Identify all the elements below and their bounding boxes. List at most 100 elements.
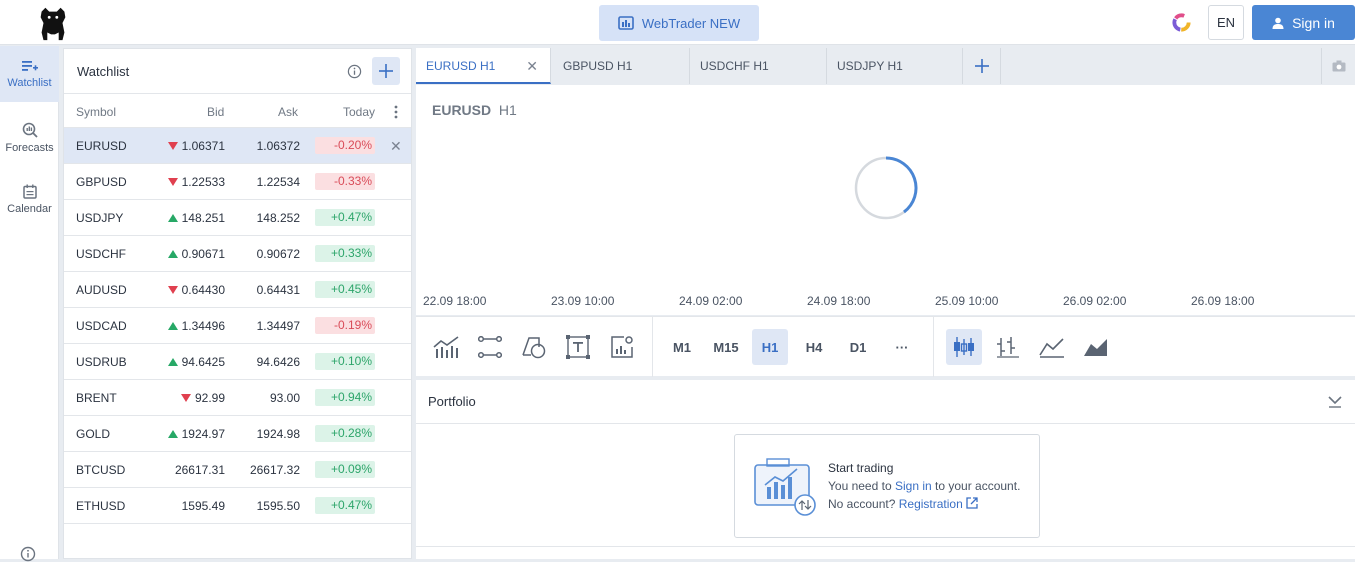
watchlist-header: Watchlist (64, 49, 411, 94)
tab-eurusd-h1[interactable]: EURUSD H1 ✕ (416, 48, 551, 84)
chart-timeframe: H1 (498, 102, 517, 118)
x-tick-label: 24.09 02:00 (679, 294, 743, 308)
table-row[interactable]: USDJPY 148.251 148.252 +0.47% (64, 200, 411, 236)
templates-button[interactable] (604, 329, 640, 365)
row-symbol: GBPUSD (76, 175, 127, 189)
nav-item-calendar[interactable]: Calendar (0, 171, 59, 227)
timeframe-button[interactable]: M15 (708, 329, 744, 365)
registration-link[interactable]: Registration (899, 497, 963, 511)
info-icon[interactable] (347, 64, 362, 79)
portfolio-header[interactable]: Portfolio (416, 380, 1355, 424)
external-link-icon[interactable] (966, 497, 978, 509)
row-ask: 94.6426 (256, 355, 300, 369)
left-nav: Watchlist Forecasts Calendar (0, 46, 59, 562)
loading-spinner-icon (854, 156, 918, 220)
table-row[interactable]: USDCAD 1.34496 1.34497 -0.19% (64, 308, 411, 344)
more-vertical-icon[interactable] (394, 105, 398, 119)
row-change: -0.20% (315, 137, 375, 154)
x-tick-label: 26.09 18:00 (1191, 294, 1255, 308)
timeframe-button[interactable]: D1 (840, 329, 876, 365)
shapes-button[interactable] (516, 329, 552, 365)
area-chart-button[interactable] (1078, 329, 1114, 365)
plus-icon (974, 59, 989, 73)
row-change: +0.10% (315, 353, 375, 370)
indicators-icon (433, 336, 459, 358)
table-row[interactable]: BRENT 92.99 93.00 +0.94% (64, 380, 411, 416)
price-up-icon (167, 322, 178, 330)
table-row[interactable]: AUDUSD 0.64430 0.64431 +0.45% (64, 272, 411, 308)
row-bid-cell: 1.34496 (167, 319, 225, 333)
forecasts-icon (22, 122, 38, 138)
add-tab-button[interactable] (963, 48, 1001, 84)
text-tool-button[interactable] (560, 329, 596, 365)
indicators-button[interactable] (428, 329, 464, 365)
row-change: -0.33% (315, 173, 375, 190)
row-bid-cell: 26617.31 (175, 463, 225, 477)
row-bid: 1.06371 (181, 139, 225, 153)
col-symbol[interactable]: Symbol (76, 105, 116, 119)
col-bid[interactable]: Bid (207, 105, 224, 119)
bull-logo-icon[interactable] (34, 4, 72, 42)
timeframe-button[interactable]: H1 (752, 329, 788, 365)
table-row[interactable]: GOLD 1924.97 1924.98 +0.28% (64, 416, 411, 452)
close-icon[interactable]: ✕ (526, 48, 538, 84)
webtrader-button[interactable]: WebTrader NEW (599, 5, 759, 41)
timeframe-button[interactable]: H4 (796, 329, 832, 365)
x-tick-label: 26.09 02:00 (1063, 294, 1127, 308)
row-symbol: USDRUB (76, 355, 127, 369)
bars-chart-button[interactable] (990, 329, 1026, 365)
row-ask: 0.90672 (256, 247, 300, 261)
table-row[interactable]: GBPUSD 1.22533 1.22534 -0.33% (64, 164, 411, 200)
row-bid: 1.22533 (181, 175, 225, 189)
table-row[interactable]: BTCUSD 26617.31 26617.32 +0.09% (64, 452, 411, 488)
row-ask: 93.00 (269, 391, 300, 405)
sign-in-button[interactable]: Sign in (1252, 5, 1355, 40)
chart-tabs: EURUSD H1 ✕ GBPUSD H1 USDCHF H1 USDJPY H… (416, 48, 1355, 84)
nav-label-forecasts: Forecasts (5, 142, 54, 154)
row-change: +0.94% (315, 389, 375, 406)
sign-in-link[interactable]: Sign in (895, 479, 932, 493)
chart-area[interactable]: EURUSD H1 22.09 18:00 23.09 10:00 24.09 02… (416, 85, 1355, 315)
line-chart-button[interactable] (1034, 329, 1070, 365)
row-bid-cell: 148.251 (167, 211, 225, 225)
tab-usdjpy-h1[interactable]: USDJPY H1 (827, 48, 963, 84)
table-row[interactable]: USDRUB 94.6425 94.6426 +0.10% (64, 344, 411, 380)
row-ask: 148.252 (256, 211, 300, 225)
row-change: +0.09% (315, 461, 375, 478)
col-today[interactable]: Today (343, 105, 375, 119)
more-timeframes-button[interactable]: ··· (884, 329, 920, 365)
chevron-down-icon[interactable] (1327, 392, 1343, 408)
row-symbol: USDJPY (76, 211, 124, 225)
row-bid-cell: 1.22533 (167, 175, 225, 189)
row-bid-cell: 0.64430 (167, 283, 225, 297)
table-row[interactable]: USDCHF 0.90671 0.90672 +0.33% (64, 236, 411, 272)
info-icon[interactable] (20, 546, 36, 562)
table-row[interactable]: ETHUSD 1595.49 1595.50 +0.47% (64, 488, 411, 524)
portfolio-panel: Portfolio Start trading You need to Sign… (416, 380, 1355, 559)
row-symbol: EURUSD (76, 139, 127, 153)
chart-toolbar: M1 M15 H1 H4 D1 ··· (416, 316, 1355, 377)
line-tool-button[interactable] (472, 329, 508, 365)
row-change: +0.47% (315, 497, 375, 514)
chart-window-icon (618, 16, 634, 30)
table-row[interactable]: EURUSD 1.06371 1.06372 -0.20% ✕ (64, 128, 411, 164)
tab-gbpusd-h1[interactable]: GBPUSD H1 (553, 48, 690, 84)
calendar-icon (22, 184, 37, 199)
row-symbol: AUDUSD (76, 283, 127, 297)
price-down-icon (167, 286, 178, 294)
screenshot-button[interactable] (1321, 48, 1355, 84)
col-ask[interactable]: Ask (278, 105, 298, 119)
language-button[interactable]: EN (1208, 5, 1244, 40)
row-bid: 1595.49 (181, 499, 225, 513)
add-symbol-button[interactable] (372, 57, 400, 85)
timeframe-button[interactable]: M1 (664, 329, 700, 365)
remove-row-icon[interactable]: ✕ (390, 138, 402, 155)
nav-item-watchlist[interactable]: Watchlist (0, 46, 59, 102)
row-ask: 1.34497 (256, 319, 300, 333)
tab-usdchf-h1[interactable]: USDCHF H1 (690, 48, 827, 84)
prompt-suffix: to your account. (935, 479, 1021, 493)
registration-prompt: No account? Registration (828, 497, 978, 511)
candles-chart-button[interactable] (946, 329, 982, 365)
sign-in-prompt: You need to Sign in to your account. (828, 479, 1020, 493)
nav-item-forecasts[interactable]: Forecasts (0, 110, 59, 166)
